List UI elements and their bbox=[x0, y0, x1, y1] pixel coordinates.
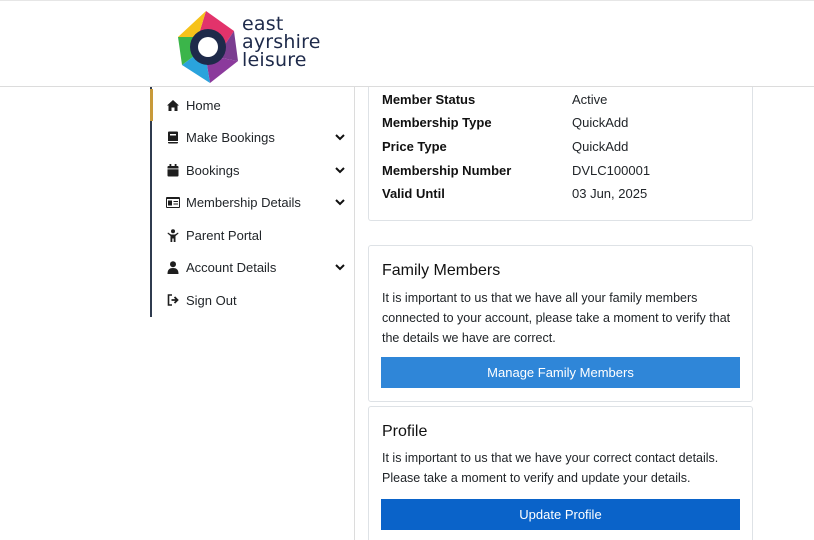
manage-family-members-button[interactable]: Manage Family Members bbox=[381, 357, 740, 388]
membership-row: Price Type QuickAdd bbox=[382, 135, 742, 158]
membership-status-card: Member Status Active Membership Type Qui… bbox=[368, 87, 753, 221]
logo-wordmark: east ayrshire leisure bbox=[242, 15, 321, 71]
site-header: east ayrshire leisure bbox=[0, 0, 814, 87]
logo-line-leisure: leisure bbox=[242, 49, 307, 71]
chevron-down-icon[interactable] bbox=[334, 131, 346, 143]
sidebar-item-account-details[interactable]: Account Details bbox=[152, 251, 356, 283]
sidebar-item-sign-out[interactable]: Sign Out bbox=[152, 284, 356, 316]
child-icon bbox=[166, 228, 180, 242]
family-members-title: Family Members bbox=[382, 262, 501, 279]
content-divider bbox=[354, 87, 355, 540]
family-members-description: It is important to us that we have all y… bbox=[382, 291, 731, 345]
chevron-down-icon[interactable] bbox=[334, 196, 346, 208]
row-label: Member Status bbox=[382, 92, 476, 107]
profile-card: Profile It is important to us that we ha… bbox=[368, 406, 753, 540]
book-icon bbox=[166, 130, 180, 144]
row-value: QuickAdd bbox=[572, 115, 629, 130]
sidebar-item-label: Home bbox=[186, 97, 221, 113]
sidebar-nav: Home Make Bookings Bookings Membership D… bbox=[150, 87, 354, 317]
membership-row: Membership Type QuickAdd bbox=[382, 111, 742, 134]
row-label: Membership Number bbox=[382, 163, 512, 178]
user-icon bbox=[166, 260, 180, 274]
sidebar-item-label: Sign Out bbox=[186, 292, 237, 308]
row-label: Valid Until bbox=[382, 186, 445, 201]
sidebar-item-make-bookings[interactable]: Make Bookings bbox=[152, 121, 356, 153]
row-value: DVLC100001 bbox=[572, 163, 651, 178]
east-ayrshire-leisure-logo[interactable]: east ayrshire leisure bbox=[176, 9, 336, 85]
membership-row: Membership Number DVLC100001 bbox=[382, 159, 742, 182]
sidebar-item-bookings[interactable]: Bookings bbox=[152, 154, 356, 186]
sidebar-item-label: Make Bookings bbox=[186, 129, 275, 145]
sidebar-item-label: Parent Portal bbox=[186, 227, 262, 243]
id-card-icon bbox=[166, 195, 180, 209]
row-label: Membership Type bbox=[382, 115, 492, 130]
chevron-down-icon[interactable] bbox=[334, 164, 346, 176]
calendar-icon bbox=[166, 163, 180, 177]
logo-mark-icon bbox=[178, 11, 238, 83]
profile-description: It is important to us that we have your … bbox=[382, 451, 719, 485]
sidebar-item-label: Account Details bbox=[186, 259, 277, 275]
row-value: 03 Jun, 2025 bbox=[572, 186, 648, 201]
sidebar-item-label: Membership Details bbox=[186, 194, 301, 210]
sidebar-item-parent-portal[interactable]: Parent Portal bbox=[152, 219, 356, 251]
membership-row: Valid Until 03 Jun, 2025 bbox=[382, 182, 742, 205]
chevron-down-icon[interactable] bbox=[334, 261, 346, 273]
sidebar-item-label: Bookings bbox=[186, 162, 240, 178]
row-value: QuickAdd bbox=[572, 139, 629, 154]
update-profile-button[interactable]: Update Profile bbox=[381, 499, 740, 530]
profile-title: Profile bbox=[382, 423, 428, 440]
membership-row: Member Status Active bbox=[382, 88, 742, 111]
row-label: Price Type bbox=[382, 139, 447, 154]
sign-out-icon bbox=[166, 293, 180, 307]
sidebar-item-membership-details[interactable]: Membership Details bbox=[152, 186, 356, 218]
sidebar-item-home[interactable]: Home bbox=[150, 89, 354, 121]
family-members-card: Family Members It is important to us tha… bbox=[368, 245, 753, 402]
row-value: Active bbox=[572, 92, 608, 107]
home-icon bbox=[166, 98, 180, 112]
